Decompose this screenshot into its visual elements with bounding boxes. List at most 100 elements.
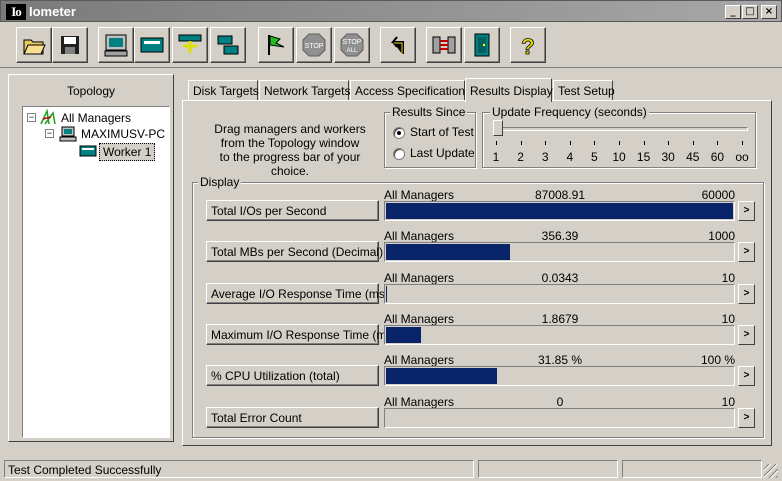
metric-max: 10 [721, 312, 735, 326]
metric-manager-label: All Managers [384, 353, 455, 367]
metric-progress-bar[interactable] [384, 242, 735, 262]
about-button[interactable]: ? [510, 27, 546, 63]
frequency-tick [520, 141, 522, 145]
start-manager-button[interactable] [134, 27, 170, 63]
title-bar: Io Iometer _ □ × [0, 0, 782, 22]
open-config-button[interactable] [16, 27, 52, 63]
metric-manager-label: All Managers [384, 312, 455, 326]
new-worker-button[interactable] [172, 27, 208, 63]
maximize-button[interactable]: □ [742, 5, 758, 19]
toolbar: STOP STOP ALL ? [0, 22, 782, 68]
frequency-tick-label: 4 [566, 150, 574, 164]
green-flag-icon [268, 35, 285, 55]
tab-disk-targets[interactable]: Disk Targets [188, 80, 259, 101]
metric-progress-bar[interactable] [384, 201, 735, 221]
app-logo: Io [6, 4, 26, 20]
tree-expander-all-managers[interactable]: − [27, 113, 36, 122]
exit-door-icon [474, 33, 490, 57]
stop-all-button[interactable]: STOP ALL [334, 27, 370, 63]
update-frequency-track [494, 127, 748, 131]
svg-text:?: ? [521, 34, 534, 58]
frequency-tick-label: 3 [541, 150, 549, 164]
metric-value: 87008.91 [534, 188, 586, 202]
metric-progress-fill [386, 368, 497, 384]
radio-last-update[interactable] [393, 148, 405, 160]
svg-text:STOP: STOP [305, 43, 324, 50]
monitor-icon [104, 34, 128, 57]
instruction-line-3: to the progress bar of your choice. [219, 150, 361, 178]
tab-access-specifications[interactable]: Access Specifications [350, 80, 471, 101]
update-frequency-slider-thumb[interactable] [493, 120, 503, 136]
frequency-tick-label: 30 [661, 150, 675, 164]
frequency-tick-label: 15 [636, 150, 651, 164]
status-pane-3 [622, 460, 762, 478]
disconnect-button[interactable] [426, 27, 462, 63]
stop-all-sign-icon: STOP ALL [340, 33, 364, 57]
managers-icon [40, 109, 56, 125]
topology-tree[interactable]: − All Managers − MAXIMUSV-PC Worker 1 [22, 106, 170, 438]
metric-progress-fill [386, 286, 387, 302]
frequency-tick-label: 1 [492, 150, 500, 164]
metric-max: 10 [721, 271, 735, 285]
metric-progress-bar[interactable] [384, 408, 735, 428]
metric-progress-fill [386, 327, 421, 343]
metric-select-button[interactable]: Maximum I/O Response Time (ms) [206, 324, 396, 345]
metric-expand-button[interactable]: > [738, 325, 755, 345]
radio-label-start-of-test[interactable]: Start of Test [410, 125, 474, 139]
svg-text:ALL: ALL [347, 48, 358, 54]
frequency-tick [619, 141, 620, 145]
reset-arrow-icon [390, 36, 404, 54]
radio-start-of-test[interactable] [393, 127, 405, 139]
frequency-tick-label: 45 [686, 150, 700, 164]
manager-icon [140, 37, 164, 53]
reset-workers-button[interactable] [380, 27, 416, 63]
window-title: Iometer [29, 4, 76, 19]
metric-manager-label: All Managers [384, 395, 455, 409]
stop-sign-icon: STOP [302, 33, 326, 57]
close-button[interactable]: × [761, 5, 777, 19]
start-tests-button[interactable] [258, 27, 294, 63]
metric-expand-button[interactable]: > [738, 366, 755, 386]
disk-worker-icon [79, 145, 97, 157]
instruction-line-2: from the Topology window [220, 136, 360, 150]
metric-progress-bar[interactable] [384, 325, 735, 345]
metric-max: 60000 [701, 188, 735, 202]
tree-expander-maximusv-pc[interactable]: − [45, 129, 54, 138]
instruction-line-1: Drag managers and workers [214, 122, 366, 136]
save-config-button[interactable] [52, 27, 88, 63]
frequency-tick-label: 5 [591, 150, 598, 164]
metric-progress-fill [386, 203, 733, 219]
metric-select-button[interactable]: Total I/Os per Second [206, 200, 379, 221]
frequency-tick [717, 141, 719, 145]
metric-progress-bar[interactable] [384, 284, 735, 304]
metric-expand-button[interactable]: > [738, 408, 755, 428]
frequency-tick [594, 141, 596, 145]
metric-progress-bar[interactable] [384, 366, 735, 386]
radio-label-last-update[interactable]: Last Update [410, 146, 475, 160]
metric-select-button[interactable]: % CPU Utilization (total) [206, 365, 379, 386]
tab-results-display[interactable]: Results Display [465, 78, 553, 102]
metric-manager-label: All Managers [384, 229, 455, 243]
network-icon [217, 35, 239, 55]
exit-button[interactable] [464, 27, 500, 63]
metric-select-button[interactable]: Average I/O Response Time (ms) [206, 283, 389, 304]
metric-max: 10 [721, 395, 735, 409]
minimize-button[interactable]: _ [725, 5, 741, 19]
start-display-button[interactable] [98, 27, 134, 63]
tab-network-targets[interactable]: Network Targets [259, 80, 350, 101]
tree-node-worker-1[interactable]: Worker 1 [99, 143, 156, 161]
metric-manager-label: All Managers [384, 271, 455, 285]
metric-expand-button[interactable]: > [738, 201, 755, 221]
tree-node-all-managers[interactable]: All Managers [61, 111, 131, 125]
metric-select-button[interactable]: Total MBs per Second (Decimal) [206, 241, 383, 262]
metric-expand-button[interactable]: > [738, 242, 755, 262]
tree-node-maximusv-pc[interactable]: MAXIMUSV-PC [81, 127, 165, 141]
metric-expand-button[interactable]: > [738, 284, 755, 304]
metric-max: 1000 [708, 229, 735, 243]
tab-test-setup[interactable]: Test Setup [553, 80, 615, 101]
resize-grip[interactable] [764, 464, 778, 478]
metric-select-button[interactable]: Total Error Count [206, 407, 379, 428]
stop-button[interactable]: STOP [296, 27, 332, 63]
network-worker-button[interactable] [210, 27, 246, 63]
drag-instructions: Drag managers and workers from the Topol… [200, 122, 380, 178]
